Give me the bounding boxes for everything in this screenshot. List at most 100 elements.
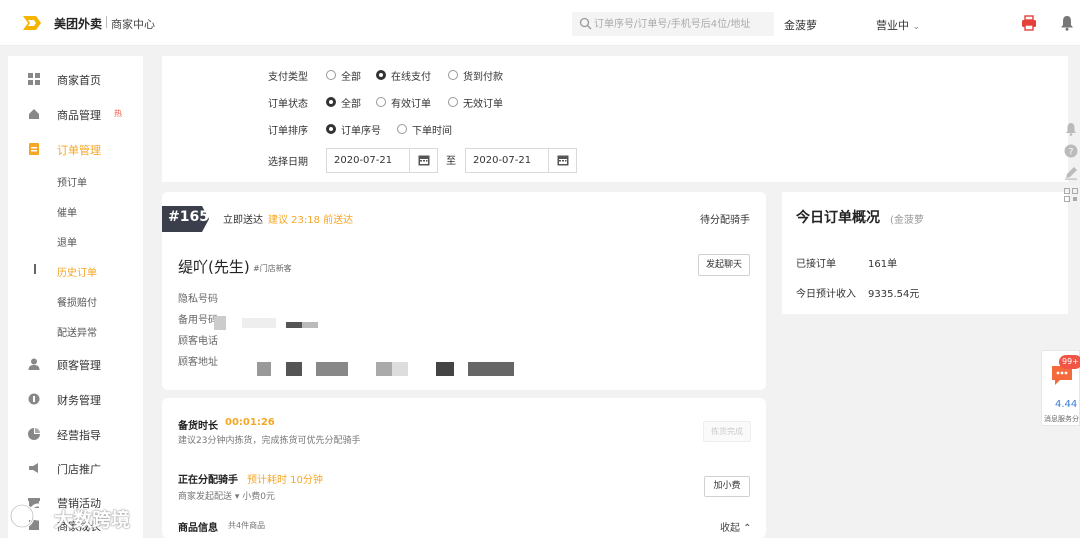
promote-icon	[29, 463, 38, 473]
sidebar-item-customers[interactable]: 顾客管理	[8, 350, 143, 378]
customer-tag: #门店新客	[253, 264, 292, 273]
search-icon	[579, 17, 592, 30]
income-label: 今日预计收入	[796, 289, 856, 300]
start-chat-button[interactable]: 发起聊天	[698, 254, 750, 276]
business-status-dropdown[interactable]: 营业中 ⌄	[876, 17, 920, 33]
received-orders-value: 161单	[868, 259, 898, 270]
goods-info-title: 商品信息	[178, 523, 218, 534]
customer-phone-label: 顾客电话	[178, 336, 218, 347]
radio-status-invalid[interactable]: 无效订单	[448, 95, 510, 110]
watermark-logo-icon	[9, 503, 47, 529]
redacted-block	[316, 362, 348, 376]
sidebar-item-goods[interactable]: 商品管理 热	[8, 100, 143, 128]
sidebar-item-finance[interactable]: 财务管理	[8, 385, 143, 413]
calendar-icon[interactable]	[548, 149, 576, 172]
today-overview-panel: 今日订单概况 (金菠萝 已接订单 161单 今日预计收入 9335.54元	[782, 192, 1068, 314]
customer-name: 缇吖(先生)	[178, 258, 250, 276]
rider-delivery-info[interactable]: 商家发起配送 ▾ 小费0元	[178, 489, 275, 502]
customer-address-label: 顾客地址	[178, 357, 218, 368]
user-icon	[28, 358, 40, 370]
picking-done-button[interactable]: 拣货完成	[703, 421, 751, 442]
edit-icon[interactable]	[1064, 166, 1078, 180]
help-icon[interactable]: ?	[1064, 144, 1078, 158]
overview-store: (金菠萝	[890, 215, 924, 226]
brand-title: 美团外卖	[54, 17, 103, 31]
fulfillment-card: 备货时长 00:01:26 建议23分钟内拣货，完成拣货可优先分配骑手 拣货完成…	[162, 398, 766, 538]
sidebar-subitem-delivery-exception[interactable]: 配送异常	[57, 324, 97, 339]
sidebar-item-promotion[interactable]: 门店推广	[8, 454, 143, 482]
date-label: 选择日期	[268, 157, 308, 168]
sidebar-item-label: 订单管理	[57, 144, 101, 157]
redacted-block	[468, 362, 514, 376]
sidebar-subitem-compensation[interactable]: 餐损赔付	[57, 294, 97, 309]
deliver-type: 立即送达	[223, 215, 263, 226]
chevron-down-icon: ⌄	[912, 22, 921, 32]
service-score-label: 消息服务分	[1044, 415, 1079, 423]
printer-icon[interactable]	[1021, 15, 1037, 31]
radio-sort-number[interactable]: 订单序号	[326, 122, 388, 137]
deliver-deadline: 建议 23:18 前送达	[268, 215, 354, 226]
chart-icon	[28, 428, 40, 440]
message-service-widget[interactable]: 99+ 4.44 消息服务分	[1041, 350, 1080, 426]
order-number-tag: #165	[162, 206, 210, 232]
sidebar-subitem-preorder[interactable]: 预订单	[57, 174, 87, 189]
radio-pay-online[interactable]: 在线支付	[376, 68, 438, 83]
prep-timer: 00:01:26	[225, 417, 275, 428]
redacted-block	[214, 316, 226, 330]
brand-divider	[106, 16, 107, 28]
add-tip-button[interactable]: 加小费	[704, 476, 750, 497]
redacted-block	[242, 318, 276, 328]
sort-label: 订单排序	[268, 126, 308, 137]
prep-time-title: 备货时长	[178, 421, 218, 432]
sidebar-item-label: 顾客管理	[57, 359, 101, 372]
sidebar-item-home[interactable]: 商家首页	[8, 65, 143, 93]
order-status-label: 订单状态	[268, 99, 308, 110]
radio-pay-cod[interactable]: 货到付款	[448, 68, 510, 83]
goods-count: 共4件商品	[228, 521, 266, 530]
sidebar-item-label: 门店推广	[57, 463, 101, 476]
pay-type-label: 支付类型	[268, 72, 308, 83]
order-card: #165 立即送达 建议 23:18 前送达 待分配骑手 缇吖(先生) #门店新…	[162, 192, 766, 390]
sidebar: 商家首页 商品管理 热 订单管理 预订单 催单 退单 历史订单 餐损赔付 配送异…	[8, 56, 143, 538]
store-name[interactable]: 金菠萝	[784, 17, 817, 33]
radio-pay-all[interactable]: 全部	[326, 68, 366, 83]
date-range-separator: 至	[446, 156, 456, 167]
sidebar-item-orders[interactable]: 订单管理	[8, 135, 143, 163]
search-box[interactable]	[572, 12, 774, 36]
search-input[interactable]	[594, 15, 770, 33]
notification-icon[interactable]	[1064, 122, 1078, 136]
redacted-block	[436, 362, 454, 376]
sidebar-item-label: 财务管理	[57, 394, 101, 407]
privacy-number-label: 隐私号码	[178, 294, 218, 305]
date-to-picker[interactable]: 2020-07-21	[465, 148, 577, 173]
sidebar-item-guidance[interactable]: 经营指导	[8, 420, 143, 448]
sidebar-subitem-refund[interactable]: 退单	[57, 234, 77, 249]
bell-icon[interactable]	[1060, 15, 1074, 31]
radio-status-valid[interactable]: 有效订单	[376, 95, 438, 110]
sidebar-item-label: 商品管理	[57, 109, 101, 122]
date-to-value: 2020-07-21	[473, 155, 532, 166]
redacted-block	[286, 322, 302, 328]
redacted-block	[257, 362, 271, 376]
radio-sort-time[interactable]: 下单时间	[397, 122, 459, 137]
svg-text:?: ?	[1069, 148, 1074, 158]
brand-subtitle: 商家中心	[111, 18, 155, 31]
business-status-label: 营业中	[876, 19, 909, 32]
calendar-icon[interactable]	[409, 149, 437, 172]
collapse-toggle[interactable]: 收起 ⌃	[720, 519, 752, 534]
meituan-logo-icon[interactable]	[22, 14, 42, 32]
finance-icon	[28, 393, 40, 405]
sidebar-item-label: 经营指导	[57, 429, 101, 442]
sidebar-subitem-history[interactable]: 历史订单	[57, 264, 97, 279]
radio-status-all[interactable]: 全部	[326, 95, 366, 110]
rider-assign-title: 正在分配骑手	[178, 475, 238, 486]
date-from-picker[interactable]: 2020-07-21	[326, 148, 438, 173]
sidebar-subitem-reminder[interactable]: 催单	[57, 204, 77, 219]
income-value: 9335.54元	[868, 289, 920, 300]
active-indicator	[34, 264, 36, 274]
rider-eta: 预计耗时 10分钟	[247, 475, 323, 486]
overview-title: 今日订单概况	[796, 210, 880, 226]
qrcode-icon[interactable]	[1064, 188, 1078, 202]
backup-number-label: 备用号码	[178, 315, 218, 326]
goods-icon	[29, 109, 39, 119]
